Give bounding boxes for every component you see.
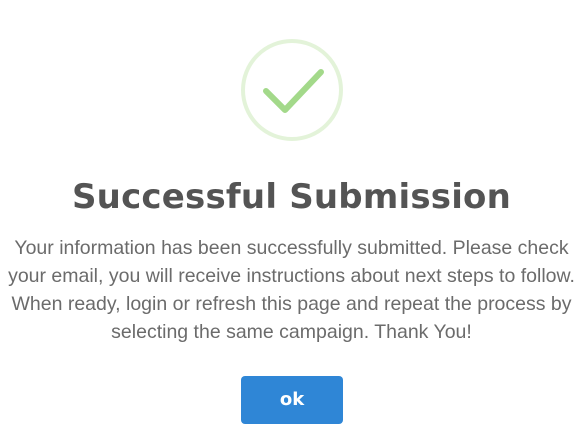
checkmark-circle-icon: [241, 39, 343, 141]
checkmark-stroke: [263, 69, 324, 113]
ok-button[interactable]: ok: [241, 376, 343, 424]
dialog-title: Successful Submission: [71, 177, 512, 217]
success-ring: [241, 39, 343, 141]
dialog-message: Your information has been successfully s…: [8, 237, 575, 343]
success-dialog: Successful Submission Your information h…: [0, 0, 583, 443]
